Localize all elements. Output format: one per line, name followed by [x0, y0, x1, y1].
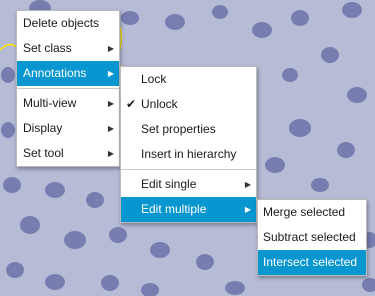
- menu-item-unlock[interactable]: ✔ Unlock: [121, 92, 256, 117]
- submenu-arrow-icon: ▶: [244, 180, 251, 189]
- menu-item-set-properties[interactable]: Set properties: [121, 117, 256, 142]
- context-menu: Delete objects Set class ▶ Annotations ▶…: [16, 10, 120, 167]
- edit-multiple-submenu: Merge selected Subtract selected Interse…: [257, 199, 367, 276]
- menu-item-label: Set properties: [141, 122, 216, 136]
- menu-item-label: Merge selected: [263, 205, 346, 219]
- menu-item-delete-objects[interactable]: Delete objects: [17, 11, 119, 36]
- menu-item-set-tool[interactable]: Set tool ▶: [17, 141, 119, 166]
- menu-item-intersect-selected[interactable]: Intersect selected: [258, 250, 366, 275]
- submenu-arrow-icon: ▶: [107, 69, 114, 78]
- menu-item-display[interactable]: Display ▶: [17, 116, 119, 141]
- menu-item-label: Delete objects: [23, 16, 100, 30]
- menu-item-label: Edit multiple: [141, 202, 207, 216]
- submenu-arrow-icon: ▶: [107, 124, 114, 133]
- menu-item-label: Subtract selected: [263, 230, 356, 244]
- menu-item-subtract-selected[interactable]: Subtract selected: [258, 225, 366, 250]
- menu-item-label: Set class: [23, 41, 72, 55]
- submenu-arrow-icon: ▶: [244, 205, 251, 214]
- menu-item-label: Lock: [141, 72, 167, 86]
- menu-separator: [121, 169, 256, 170]
- submenu-arrow-icon: ▶: [107, 44, 114, 53]
- menu-item-label: Intersect selected: [263, 255, 358, 269]
- menu-item-edit-multiple[interactable]: Edit multiple ▶: [121, 197, 256, 222]
- menu-item-edit-single[interactable]: Edit single ▶: [121, 172, 256, 197]
- menu-item-set-class[interactable]: Set class ▶: [17, 36, 119, 61]
- checkmark-icon: ✔: [126, 97, 137, 111]
- menu-separator: [17, 88, 119, 89]
- menu-item-label: Insert in hierarchy: [141, 147, 237, 161]
- menu-item-multi-view[interactable]: Multi-view ▶: [17, 91, 119, 116]
- menu-item-label: Unlock: [141, 97, 178, 111]
- menu-item-label: Multi-view: [23, 96, 77, 110]
- menu-item-label: Display: [23, 121, 63, 135]
- menu-item-lock[interactable]: Lock: [121, 67, 256, 92]
- menu-item-annotations[interactable]: Annotations ▶: [17, 61, 119, 86]
- menu-item-label: Set tool: [23, 146, 64, 160]
- menu-item-merge-selected[interactable]: Merge selected: [258, 200, 366, 225]
- submenu-arrow-icon: ▶: [107, 149, 114, 158]
- menu-item-insert-in-hierarchy[interactable]: Insert in hierarchy: [121, 142, 256, 167]
- menu-item-label: Edit single: [141, 177, 197, 191]
- annotations-submenu: Lock ✔ Unlock Set properties Insert in h…: [120, 66, 257, 223]
- menu-item-label: Annotations: [23, 66, 87, 80]
- submenu-arrow-icon: ▶: [107, 99, 114, 108]
